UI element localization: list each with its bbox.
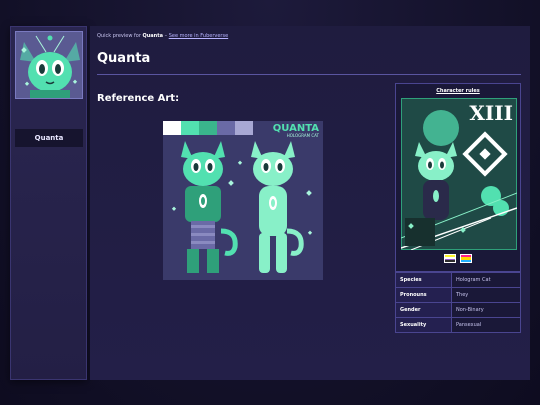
identity-flags [396,254,520,263]
palette-swatch-1 [163,121,181,135]
stat-value: They [451,287,521,303]
stat-value: Non-Binary [451,302,521,318]
see-more-link[interactable]: See more in Fuberverse [169,33,228,39]
reference-art-heading: Reference Art: [97,93,180,104]
stat-label: Sexuality [395,317,452,333]
table-row: Pronouns They [395,287,521,303]
palette-swatch-4 [217,121,235,135]
character-stats-table: Species Hologram Cat Pronouns They Gende… [395,272,521,333]
character-card-art: XIII [401,98,517,250]
sidebar: Quanta [10,26,87,380]
table-row: Species Hologram Cat [395,272,521,288]
page-background: Quanta Quick preview for Quanta – See mo… [0,0,540,405]
character-avatar[interactable] [15,31,83,99]
character-card-image[interactable]: XIII [401,98,517,250]
stat-label: Pronouns [395,287,452,303]
pansexual-flag-icon [460,254,472,263]
palette-swatch-2 [181,121,199,135]
table-row: Sexuality Pansexual [395,317,521,333]
stat-label: Gender [395,302,452,318]
stat-value: Hologram Cat [451,272,521,288]
character-card-box: Character rules XIII [395,83,521,272]
reference-logo-subtitle: HOLOGRAM CAT [287,133,320,138]
stat-label: Species [395,272,452,288]
stat-value: Pansexual [451,317,521,333]
character-info-panel: Character rules XIII Species Hologram Ca… [395,83,521,333]
page-title: Quanta [97,51,151,66]
sidebar-character-name[interactable]: Quanta [15,129,83,147]
breadcrumb-character: Quanta [142,33,164,39]
card-numeral: XIII [469,101,513,125]
table-row: Gender Non-Binary [395,302,521,318]
breadcrumb-prefix: Quick preview for [97,33,141,39]
avatar-art [16,32,82,98]
reference-art-drawing: QUANTA HOLOGRAM CAT [163,121,323,280]
breadcrumb: Quick preview for Quanta – See more in F… [97,33,228,39]
reference-art-image[interactable]: QUANTA HOLOGRAM CAT [163,121,323,280]
nonbinary-flag-icon [444,254,456,263]
palette-swatch-3 [199,121,217,135]
title-divider [97,74,521,75]
character-rules-link[interactable]: Character rules [396,88,520,94]
main-panel: Quick preview for Quanta – See more in F… [90,26,530,380]
breadcrumb-separator: – [164,33,168,39]
palette-swatch-5 [235,121,253,135]
